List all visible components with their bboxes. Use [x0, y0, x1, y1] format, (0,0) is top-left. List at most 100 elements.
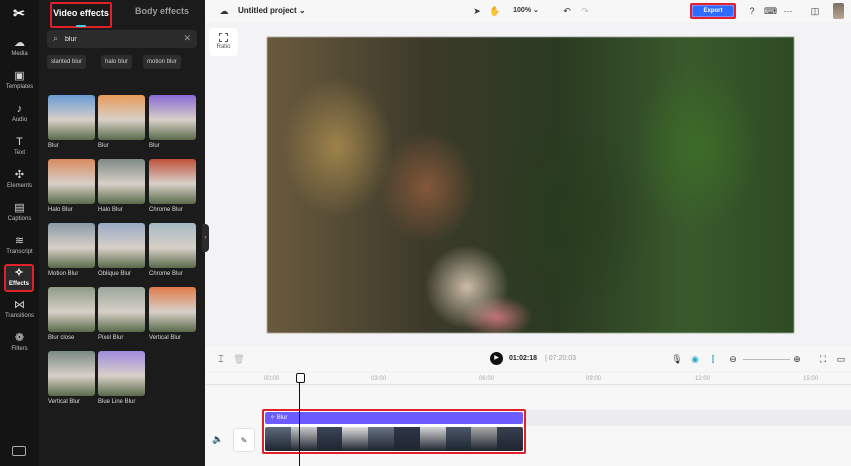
select-pointer-icon[interactable]: ➤ [471, 4, 483, 18]
sidebar-item-audio[interactable]: ♪ Audio [0, 102, 39, 132]
effect-tile-blur[interactable]: Blur [98, 95, 145, 149]
ruler-tick-label: 06:00 [479, 376, 495, 382]
effect-tile-blue-line-blur[interactable]: Blue Line Blur [98, 351, 145, 405]
effect-thumbnail [48, 287, 95, 332]
zoom-in-icon[interactable]: ⊕ [791, 352, 803, 366]
selected-clips[interactable]: ✧ Blur [262, 409, 526, 454]
more-options-icon[interactable]: ⋯ [782, 4, 794, 18]
effect-tile-blur-close[interactable]: Blur close [48, 287, 95, 341]
effect-thumbnail [48, 159, 95, 204]
effect-tile-halo-blur[interactable]: Halo Blur [98, 159, 145, 213]
clip-frame-thumbnail [393, 427, 420, 451]
effect-name: Blur [149, 143, 160, 149]
effect-tile-blur[interactable]: Blur [149, 95, 196, 149]
effect-tile-pixel-blur[interactable]: Pixel Blur [98, 287, 145, 341]
layout-toggle-icon[interactable]: ◫ [809, 4, 821, 18]
hand-pan-icon[interactable]: ✋ [489, 4, 501, 18]
cloud-sync-icon[interactable]: ☁ [217, 4, 231, 18]
clip-frame-thumbnail [497, 427, 523, 451]
play-button[interactable]: ▶ [490, 352, 503, 365]
keyboard-icon[interactable]: ⌨ [764, 4, 777, 18]
blur-effect-clip[interactable]: ✧ Blur [265, 412, 523, 424]
user-avatar[interactable] [833, 3, 844, 19]
elements-icon: ✣ [14, 169, 25, 181]
video-preview-canvas[interactable] [267, 37, 794, 333]
sidebar-item-elements[interactable]: ✣ Elements [0, 168, 39, 198]
clip-frame-thumbnail [419, 427, 446, 451]
effect-clip-label: Blur [276, 415, 288, 421]
help-icon[interactable]: ? [746, 4, 758, 18]
sidebar-item-label: Transitions [4, 313, 35, 319]
capcut-logo-icon[interactable]: ✂ [10, 6, 28, 20]
effect-tile-halo-blur[interactable]: Halo Blur [48, 159, 95, 213]
sidebar-item-media[interactable]: ☁ Media [0, 36, 39, 66]
effect-name: Halo Blur [98, 207, 123, 213]
microphone-icon[interactable]: 🎙 [671, 352, 683, 366]
effect-name: Halo Blur [48, 207, 73, 213]
sidebar-item-text[interactable]: T Text [0, 135, 39, 165]
undo-icon[interactable]: ↶ [561, 4, 573, 18]
effect-tile-blur[interactable]: Blur [48, 95, 95, 149]
split-scene-icon[interactable]: ⫿ [707, 352, 719, 366]
video-clip[interactable] [265, 427, 523, 451]
effects-search-input[interactable] [65, 32, 175, 46]
clip-frame-thumbnail [445, 427, 472, 451]
project-title[interactable]: Untitled project ⌄ [238, 6, 306, 15]
sidebar-item-captions[interactable]: ▤ Captions [0, 201, 39, 231]
effect-name: Blur [48, 143, 59, 149]
sidebar-item-transcript[interactable]: ≋ Transcript [0, 234, 39, 264]
effect-name: Blur close [48, 335, 75, 341]
delete-icon[interactable]: 🗑 [233, 352, 245, 366]
split-icon[interactable]: ⌶ [215, 352, 227, 366]
effect-thumbnail [149, 223, 196, 268]
effect-tile-vertical-blur[interactable]: Vertical Blur [48, 351, 95, 405]
effect-name: Oblique Blur [98, 271, 132, 277]
current-time: 01:02:18 [509, 355, 538, 362]
effect-thumbnail [149, 95, 196, 140]
ratio-label: Ratio [216, 44, 231, 50]
zoom-level-dropdown[interactable]: 100% ⌄ [511, 4, 541, 18]
suggestion-chip[interactable]: slanted blur [47, 55, 87, 69]
tab-body-effects[interactable]: Body effects [129, 2, 195, 28]
ratio-button[interactable]: Ratio [209, 28, 238, 56]
top-bar: ☁ Untitled project ⌄ ➤ ✋ 100% ⌄ ↶ ↷ Expo… [205, 0, 851, 22]
effect-tile-oblique-blur[interactable]: Oblique Blur [98, 223, 145, 277]
timeline-zoom-slider[interactable] [743, 359, 790, 360]
suggestion-chip[interactable]: motion blur [143, 55, 181, 69]
templates-icon: ▣ [14, 70, 25, 82]
effect-thumbnail [48, 223, 95, 268]
edit-track-button[interactable]: ✎ [233, 428, 255, 452]
sidebar-item-label: Captions [7, 216, 32, 222]
effect-tile-vertical-blur[interactable]: Vertical Blur [149, 287, 196, 341]
clip-frame-thumbnail [368, 427, 394, 451]
effect-thumbnail [98, 351, 145, 396]
effect-name: Pixel Blur [98, 335, 124, 341]
audio-toggle-icon[interactable]: 🔈 [212, 434, 223, 445]
sidebar-item-filters[interactable]: ❁ Filters [0, 331, 39, 361]
tab-video-effects[interactable]: Video effects [50, 2, 112, 28]
sidebar-item-effects[interactable]: ✧ Effects [4, 264, 34, 292]
effect-tile-chrome-blur[interactable]: Chrome Blur [149, 223, 196, 277]
left-rail: ✂ ☁ Media ▣ Templates ♪ Audio T Text ✣ Elements ▤ C… [0, 0, 39, 466]
auto-caption-icon[interactable]: ◉ [689, 352, 701, 366]
ruler-tick-label: 12:00 [695, 376, 711, 382]
export-button[interactable]: Export [690, 3, 736, 19]
preview-window-icon[interactable]: ▭ [835, 352, 847, 366]
sidebar-item-label: Audio [11, 117, 28, 123]
effect-name: Vertical Blur [48, 399, 81, 405]
playhead[interactable] [296, 373, 305, 466]
collapse-panel-handle[interactable]: ‹ [202, 224, 209, 252]
zoom-out-icon[interactable]: ⊖ [727, 352, 739, 366]
suggestion-chip[interactable]: halo blur [101, 55, 133, 69]
fit-timeline-icon[interactable]: ⛶ [817, 352, 829, 366]
effect-thumbnail [48, 95, 95, 140]
ratio-icon [219, 33, 228, 42]
sidebar-item-templates[interactable]: ▣ Templates [0, 69, 39, 99]
keyboard-shortcuts-icon[interactable] [12, 446, 26, 456]
chevron-down-icon: ⌄ [298, 6, 306, 15]
effect-tile-motion-blur[interactable]: Motion Blur [48, 223, 95, 277]
redo-icon[interactable]: ↷ [579, 4, 591, 18]
clear-search-icon[interactable]: ✕ [183, 33, 191, 44]
sidebar-item-transitions[interactable]: ⋈ Transitions [0, 298, 39, 328]
effect-tile-chrome-blur[interactable]: Chrome Blur [149, 159, 196, 213]
